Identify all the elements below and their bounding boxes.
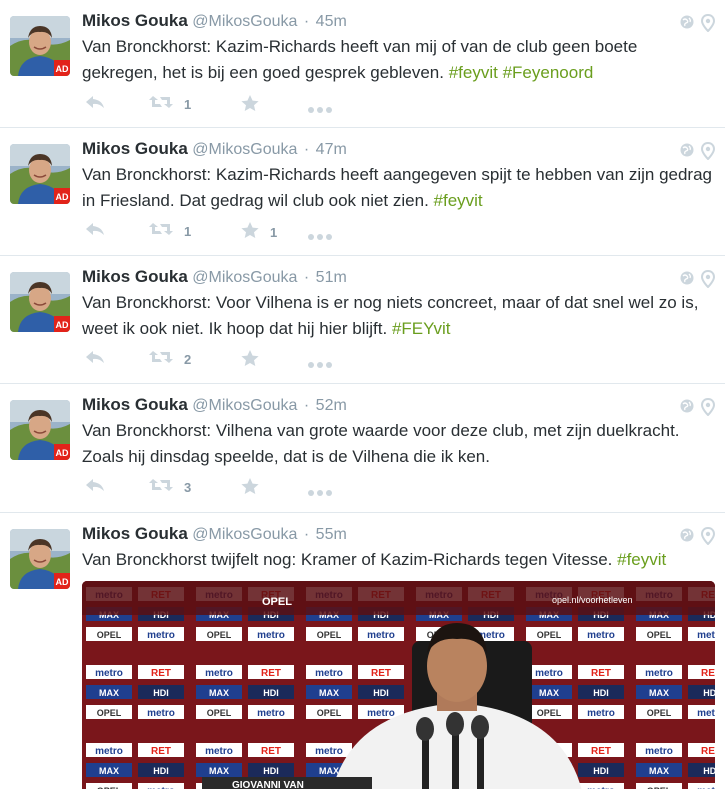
user-handle[interactable]: @MikosGouka: [192, 526, 297, 543]
more-button[interactable]: [307, 356, 333, 374]
more-icon: [307, 484, 333, 502]
user-name[interactable]: Mikos Gouka: [82, 395, 188, 414]
user-name[interactable]: Mikos Gouka: [82, 267, 188, 286]
user-handle[interactable]: @MikosGouka: [192, 269, 297, 286]
reply-button[interactable]: [84, 477, 106, 498]
more-icon: [307, 356, 333, 374]
tweet-header: Mikos Gouka @MikosGouka · 45m: [82, 11, 347, 33]
more-button[interactable]: [307, 484, 333, 502]
hashtag-link[interactable]: #feyvit: [617, 550, 666, 569]
separator-dot: ·: [303, 269, 310, 286]
favorite-button[interactable]: [240, 349, 270, 372]
hashtag-link[interactable]: #FEYvit: [392, 319, 451, 338]
separator-dot: ·: [303, 397, 310, 414]
user-handle[interactable]: @MikosGouka: [192, 13, 297, 30]
more-button[interactable]: [307, 228, 333, 246]
timestamp[interactable]: 52m: [316, 397, 347, 414]
more-icon: [307, 228, 333, 246]
svg-text:AD: AD: [56, 192, 69, 202]
avatar[interactable]: AD: [10, 400, 70, 460]
user-name[interactable]: Mikos Gouka: [82, 524, 188, 543]
press-conference-photo: metro RET MAX HDI OPEL metro OPEL opel.n…: [82, 581, 715, 789]
retweet-button[interactable]: 1: [148, 221, 191, 242]
timestamp[interactable]: 55m: [316, 526, 347, 543]
tweet-text: Van Bronckhorst twijfelt nog: Kramer of …: [82, 547, 712, 573]
user-handle[interactable]: @MikosGouka: [192, 397, 297, 414]
tweet-text-segment: Van Bronckhorst: Voor Vilhena is er nog …: [82, 293, 699, 338]
reply-icon: [84, 477, 106, 498]
tweet-header: Mikos Gouka @MikosGouka · 55m: [82, 524, 347, 546]
separator-dot: ·: [303, 13, 310, 30]
retweet-count: 1: [184, 224, 192, 239]
hashtag-link[interactable]: #Feyenoord: [503, 63, 594, 82]
hashtag-link[interactable]: #feyvit: [434, 191, 483, 210]
star-icon: [240, 94, 260, 117]
reply-icon: [84, 94, 106, 115]
timestamp[interactable]: 47m: [316, 141, 347, 158]
reply-button[interactable]: [84, 349, 106, 370]
favorite-button[interactable]: [240, 477, 270, 500]
retweet-count: 2: [184, 352, 192, 367]
separator-dot: ·: [303, 141, 310, 158]
retweet-count: 3: [184, 480, 192, 495]
timestamp[interactable]: 45m: [316, 13, 347, 30]
tweet-header: Mikos Gouka @MikosGouka · 51m: [82, 267, 347, 289]
separator-dot: ·: [303, 526, 310, 543]
favorite-count: 1: [270, 225, 278, 240]
retweet-button[interactable]: 2: [148, 349, 191, 370]
svg-text:AD: AD: [56, 577, 69, 587]
hashtag-link[interactable]: #feyvit: [449, 63, 498, 82]
tweet-text-segment: Van Bronckhorst: Vilhena van grote waard…: [82, 421, 680, 466]
avatar[interactable]: AD: [10, 144, 70, 204]
tweet-header: Mikos Gouka @MikosGouka · 47m: [82, 139, 347, 161]
tweet-media-photo[interactable]: metro RET MAX HDI OPEL metro OPEL opel.n…: [82, 581, 715, 789]
tweet[interactable]: AD Mikos Gouka @MikosGouka · 47m Van Bro…: [0, 128, 725, 256]
more-button[interactable]: [307, 101, 333, 119]
user-name[interactable]: Mikos Gouka: [82, 11, 188, 30]
backdrop-opel-top: OPEL: [262, 596, 292, 608]
reply-icon: [84, 349, 106, 370]
svg-text:AD: AD: [56, 320, 69, 330]
tweet-text-segment: Van Bronckhorst: Kazim-Richards heeft aa…: [82, 165, 713, 210]
tweet-text: Van Bronckhorst: Kazim-Richards heeft aa…: [82, 162, 712, 213]
favorite-button[interactable]: 1: [240, 221, 277, 244]
retweet-icon: [148, 349, 174, 370]
avatar[interactable]: AD: [10, 529, 70, 589]
retweet-button[interactable]: 1: [148, 94, 191, 115]
tweet-text-segment: Van Bronckhorst twijfelt nog: Kramer of …: [82, 550, 618, 569]
backdrop-url: opel.nl/voorhetleven: [552, 595, 633, 605]
user-handle[interactable]: @MikosGouka: [192, 141, 297, 158]
tweet[interactable]: AD Mikos Gouka @MikosGouka · 45m Van Bro…: [0, 0, 725, 128]
retweet-button[interactable]: 3: [148, 477, 191, 498]
avatar[interactable]: AD: [10, 16, 70, 76]
timestamp[interactable]: 51m: [316, 269, 347, 286]
svg-text:AD: AD: [56, 448, 69, 458]
more-icon: [307, 101, 333, 119]
retweet-icon: [148, 94, 174, 115]
retweet-icon: [148, 477, 174, 498]
nameplate: GIOVANNI VAN: [232, 780, 304, 789]
star-icon: [240, 349, 260, 372]
tweet-text: Van Bronckhorst: Kazim-Richards heeft va…: [82, 34, 712, 85]
tweet-header: Mikos Gouka @MikosGouka · 52m: [82, 395, 347, 417]
reply-button[interactable]: [84, 94, 106, 115]
tweet[interactable]: AD Mikos Gouka @MikosGouka · 51m Van Bro…: [0, 256, 725, 384]
star-icon: [240, 221, 260, 244]
star-icon: [240, 477, 260, 500]
tweet-text: Van Bronckhorst: Voor Vilhena is er nog …: [82, 290, 712, 341]
user-name[interactable]: Mikos Gouka: [82, 139, 188, 158]
reply-button[interactable]: [84, 221, 106, 242]
retweet-count: 1: [184, 97, 192, 112]
svg-text:AD: AD: [56, 64, 69, 74]
avatar[interactable]: AD: [10, 272, 70, 332]
reply-icon: [84, 221, 106, 242]
retweet-icon: [148, 221, 174, 242]
tweet[interactable]: AD Mikos Gouka @MikosGouka · 52m Van Bro…: [0, 384, 725, 513]
favorite-button[interactable]: [240, 94, 270, 117]
tweet-text: Van Bronckhorst: Vilhena van grote waard…: [82, 418, 712, 469]
